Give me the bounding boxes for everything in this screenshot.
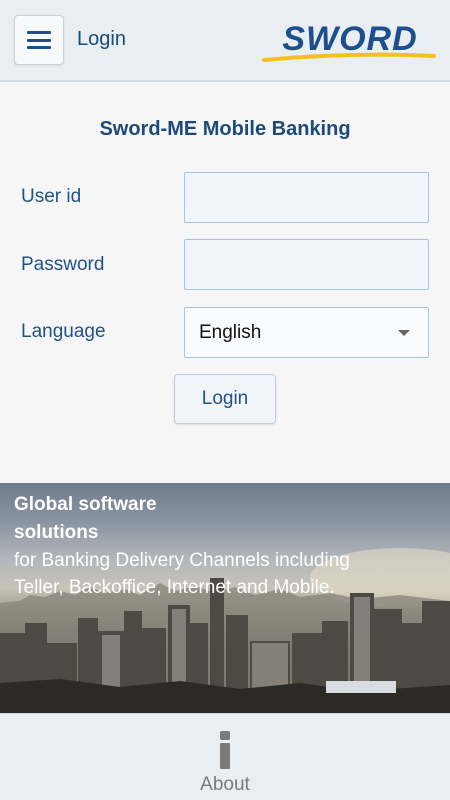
login-panel: Sword-ME Mobile Banking User id Password… bbox=[0, 82, 450, 483]
language-select[interactable]: English bbox=[184, 307, 429, 358]
page-title: Login bbox=[77, 28, 126, 50]
logo-text: SWORD bbox=[282, 20, 417, 58]
user-id-input[interactable] bbox=[184, 172, 429, 223]
banner-heading-line2: solutions bbox=[14, 522, 99, 543]
banner-text: Global software solutions for Banking De… bbox=[14, 491, 434, 601]
banner-heading-line1: Global software bbox=[14, 494, 157, 515]
password-label: Password bbox=[21, 254, 105, 275]
login-button[interactable]: Login bbox=[174, 374, 276, 424]
banner-subtext-line2: Teller, Backoffice, Internet and Mobile. bbox=[14, 577, 335, 598]
hamburger-menu-icon bbox=[27, 31, 51, 49]
sword-logo: SWORD bbox=[262, 20, 436, 62]
promo-banner: Global software solutions for Banking De… bbox=[0, 483, 450, 713]
about-label[interactable]: About bbox=[0, 774, 450, 796]
menu-button[interactable] bbox=[14, 15, 64, 65]
bottom-nav: About bbox=[0, 713, 450, 800]
language-selected-value: English bbox=[199, 322, 262, 343]
banner-subtext-line1: for Banking Delivery Channels including bbox=[14, 550, 350, 571]
password-input[interactable] bbox=[184, 239, 429, 290]
language-label: Language bbox=[21, 321, 106, 342]
login-form-title: Sword-ME Mobile Banking bbox=[99, 118, 351, 140]
info-icon bbox=[218, 731, 232, 769]
app-header: Login SWORD bbox=[0, 0, 450, 82]
dropdown-arrow-icon bbox=[398, 330, 410, 336]
user-id-label: User id bbox=[21, 186, 82, 207]
